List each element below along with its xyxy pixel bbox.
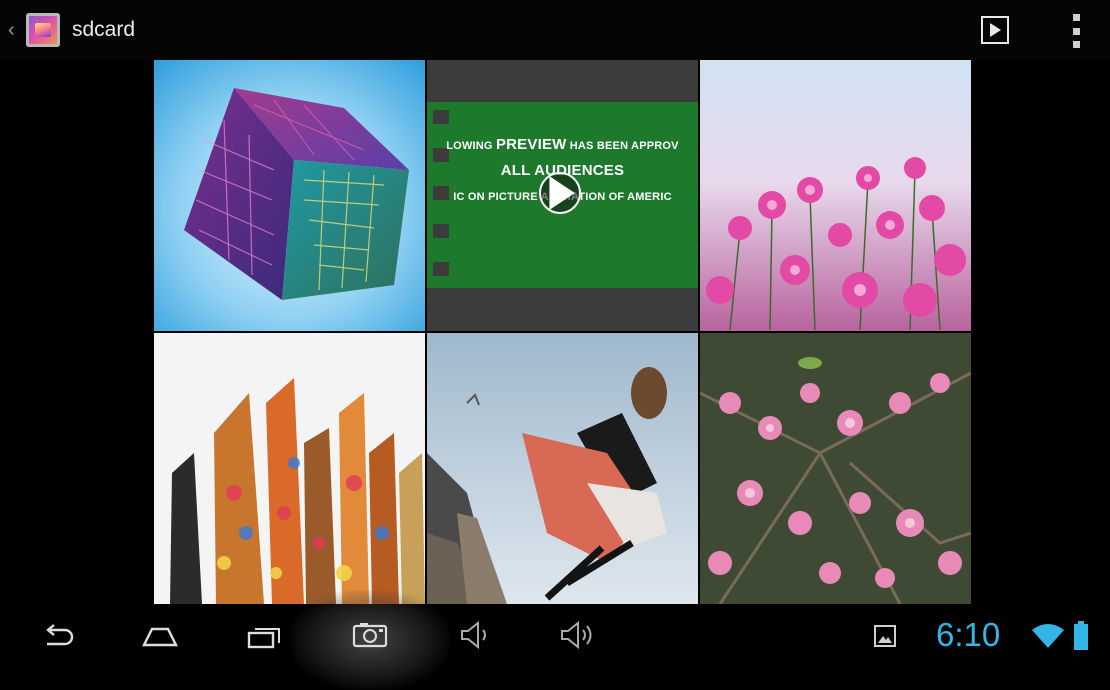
screenshot-icon[interactable] (348, 617, 392, 653)
play-icon[interactable] (539, 172, 581, 214)
gallery-thumbnail[interactable] (154, 60, 425, 331)
volume-down-icon[interactable] (454, 617, 498, 653)
trailer-text-line-1: LOWING PREVIEW HAS BEEN APPROV (446, 136, 679, 153)
back-icon[interactable] (36, 618, 80, 654)
wifi-icon[interactable] (1030, 618, 1066, 654)
gallery-thumbnail[interactable] (700, 333, 971, 604)
volume-up-icon[interactable] (556, 617, 600, 653)
album-title[interactable]: sdcard (72, 18, 135, 42)
clock[interactable]: 6:10 (936, 615, 1000, 655)
gallery-app-icon[interactable] (26, 13, 60, 47)
home-icon[interactable] (138, 618, 182, 654)
overflow-menu-icon[interactable] (1068, 14, 1084, 48)
recent-apps-icon[interactable] (243, 618, 287, 654)
gallery-thumbnail[interactable] (427, 333, 698, 604)
gallery-thumbnail[interactable] (154, 333, 425, 604)
gallery-thumbnail[interactable] (700, 60, 971, 331)
action-bar: ‹ sdcard (0, 0, 1110, 60)
album-grid: LOWING PREVIEW HAS BEEN APPROV ALL AUDIE… (154, 60, 971, 604)
battery-icon[interactable] (1066, 618, 1096, 654)
gallery-notification-icon[interactable] (868, 618, 902, 654)
chevron-left-icon[interactable]: ‹ (8, 20, 24, 40)
video-thumbnail[interactable]: LOWING PREVIEW HAS BEEN APPROV ALL AUDIE… (427, 60, 698, 331)
slideshow-play-icon[interactable] (981, 16, 1009, 44)
